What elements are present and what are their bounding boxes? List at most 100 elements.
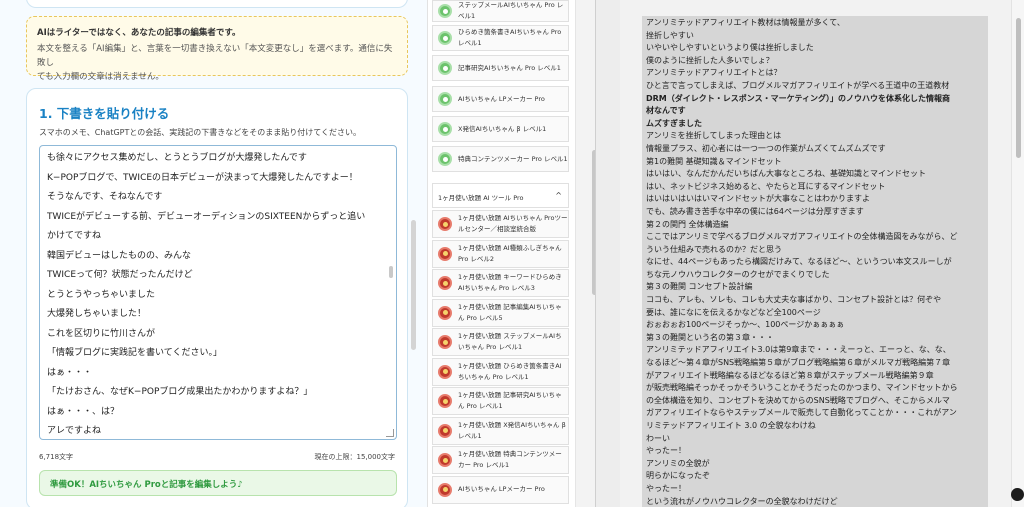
monthly-tool-item[interactable]: 1ヶ月使い放題 ステップメールAIちいちゃん Pro レベル1 [432, 328, 569, 356]
monthly-tool-label: 1ヶ月使い放題 ひらめき箇条書きAIちいちゃん Pro レベル1 [458, 361, 562, 381]
tool-item[interactable]: ステップメールAIちいちゃん Pro レベル1 [432, 0, 569, 22]
draft-textarea[interactable]: も徐々にアクセス集めだし、とうとうブログが大爆発したんです K−POPブログで、T… [39, 145, 397, 440]
tool-item-label: 特典コンテンツメーカー Pro レベル1 [458, 154, 568, 163]
draft-line: TWICEがデビューする前、デビューオーディションのSIXTEENからずっと追い [47, 211, 366, 222]
document-line: いやいやしやすいというより僕は挫折しました [646, 43, 814, 53]
ready-message: 準備OK！AIちいちゃん Proと記事を編集しよう♪ [39, 470, 397, 496]
draft-line: K−POPブログで、TWICEの日本デビューが決まって大爆発したんですよー！ [47, 172, 358, 183]
monthly-tool-item[interactable]: 1ヶ月使い放題 記事研究AIちいちゃん Pro レベル1 [432, 387, 569, 415]
step-description: スマホのメモ、ChatGPTとの会話、実践記の下書きなどをそのまま貼り付けてくだ… [39, 128, 362, 137]
medal-icon [438, 453, 452, 467]
document-line: 情報量プラス、初心者には一つ一つの作業がムズくてムズムズです [646, 143, 886, 153]
document-line: ガアフィリエイトならやステップメールで販売して自動化ってことか・・・これがアン [646, 408, 957, 418]
monthly-tool-item[interactable]: AIちいちゃん LPメーカー Pro [432, 475, 569, 504]
document-line: 挫折しやすい [646, 30, 694, 40]
monthly-tool-item[interactable]: 1ヶ月使い放題 キーワードひらめきAIちいちゃん Pro レベル3 [432, 269, 569, 297]
tool-item-label: 記事研究AIちいちゃん Pro レベル1 [458, 63, 561, 72]
monthly-tool-label: 1ヶ月使い放題 X発信AIちいちゃん β レベル1 [458, 420, 566, 440]
draft-line: 大爆発しちゃいました！ [47, 309, 147, 319]
monthly-tool-label: 1ヶ月使い放題 AI種類ふしぎちゃん Pro レベル2 [458, 243, 562, 263]
document-line: アンリミの全貌が [646, 458, 710, 468]
medal-icon [438, 305, 452, 320]
document-scrollbar[interactable] [1016, 18, 1021, 158]
app-window: AIはライターではなく、あなたの記事の編集者です。 本文を整える「AI編集」と、… [0, 0, 1024, 507]
medal-icon [438, 276, 452, 290]
monthly-tool-label: 1ヶ月使い放題 特典コンテンツメーカー Pro レベル1 [458, 450, 562, 469]
tool-item[interactable]: 特典コンテンツメーカー Pro レベル1 [432, 146, 569, 172]
document-line: はいはいはいはいマインドセットが大事なことはわかりますよ [646, 194, 870, 204]
resize-handle[interactable] [386, 429, 394, 437]
document-line: が販売戦略編そっかそっかそういうことかそうだったのかつまり、マインドセットから [646, 383, 958, 393]
document-line: 第３の難関という名の第３章・・・ [646, 332, 774, 342]
document-line: アンリミテッドアフィリエイトとは？ [646, 68, 782, 78]
tool-item-label: ステップメールAIちいちゃん Pro レベル1 [458, 1, 564, 20]
draft-line: はぁ・・・、は？ [47, 406, 120, 417]
document-line: という流れがノウハウコレクターの全貌なわけだけど [646, 496, 838, 506]
document-line: の全体構造を知り、コンセプトを決めてからのSNS戦略でブログへ、そこからメルマ [646, 395, 950, 405]
floating-action-button[interactable] [1011, 488, 1024, 501]
document-line: 材なんです [646, 106, 686, 116]
tool-disc-icon [438, 152, 452, 166]
monthly-tool-label: 1ヶ月使い放題 AIちいちゃん Proツールセンター／相談室統合版 [458, 214, 568, 233]
char-limit: 現在の上限：15,000文字 [314, 453, 396, 461]
tool-disc-icon [438, 61, 452, 75]
monthly-tool-item[interactable]: 1ヶ月使い放題 ひらめき箇条書きAIちいちゃん Pro レベル1 [432, 357, 569, 386]
document-line: 要は、誰になにを伝えるかなどなど全100ページ [646, 307, 821, 317]
document-line: でも、読み書き苦手な中卒の僕には64ページは分厚すぎます [646, 206, 864, 216]
step-title: 1. 下書きを貼り付ける [39, 106, 170, 121]
notice-body-line-1: 本文を整える「AI編集」と、言葉を一切書き換えない「本文変更なし」を選べます。通… [37, 44, 393, 68]
document-line: DRM（ダイレクト・レスポンス・マーケティング）」のノウハウを体系化した情報商 [646, 93, 950, 103]
document-gutter [596, 0, 620, 507]
tool-item-label: ひらめき箇条書きAIちいちゃん Pro レベル1 [458, 28, 562, 47]
document-line: 第２の関門 全体構造編 [646, 219, 729, 229]
textarea-scrollbar[interactable] [389, 266, 393, 278]
draft-line: アレですよね [47, 426, 102, 436]
document-line: アンリミテッドアフィリエイト3.0は第9章まで・・・えーっと、エーっと、な、な、 [646, 345, 951, 355]
draft-line: 韓国デビューはしたものの、みんな [47, 250, 192, 261]
monthly-tool-item[interactable]: 1ヶ月使い放題 X発信AIちいちゃん β レベル1 [432, 416, 569, 445]
section-header-monthly-tools[interactable]: 1ヶ月使い放題 AI ツール Pro ^ [432, 183, 569, 208]
tool-disc-icon [438, 4, 452, 18]
monthly-tool-item[interactable]: 1ヶ月使い放題 AI種類ふしぎちゃん Pro レベル2 [432, 239, 569, 268]
notice-body-line-2: ても入力欄の文章は消えません。 [37, 72, 164, 82]
monthly-tool-label: AIちいちゃん LPメーカー Pro [458, 485, 545, 493]
selected-text-block[interactable]: アンリミテッドアフィリエイト教材は情報量が多くて、 挫折しやすい いやいやしやすいと… [642, 16, 988, 507]
document-line: アンリミを挫折してしまった理由とは [646, 131, 782, 141]
editor-scrollbar[interactable] [411, 220, 416, 350]
document-line: なにせ、44ページもあったら構図だけみて、なるほど〜、というつい本文スルーしが [646, 257, 952, 267]
previous-card-edge [26, 0, 408, 8]
medal-icon [438, 335, 452, 349]
document-line: リミテッドアフィリエイト 3.0 の全貌なわけね [646, 421, 816, 430]
document-line: 僕のように挫折した人多いでしょ？ [646, 55, 774, 65]
draft-line: も徐々にアクセス集めだし、とうとうブログが大爆発したんです [47, 153, 307, 163]
tool-disc-icon [438, 122, 452, 136]
document-line: 第３の難関 コンセプト設計編 [646, 282, 753, 292]
monthly-tool-item[interactable]: 1ヶ月使い放題 AIちいちゃん Proツールセンター／相談室統合版 [432, 210, 569, 238]
draft-line: これを区切りに竹川さんが [47, 328, 156, 339]
chevron-up-icon[interactable]: ^ [555, 191, 562, 200]
monthly-tool-label: 1ヶ月使い放題 記事研究AIちいちゃん Pro レベル1 [458, 391, 562, 410]
draft-line: 「情報ブログに実践記を書いてください。」 [47, 348, 222, 358]
monthly-tool-item[interactable]: 1ヶ月使い放題 特典コンテンツメーカー Pro レベル1 [432, 446, 569, 474]
document-line: はい、ネットビジネス始めると、やたらと耳にするマインドセット [646, 181, 886, 191]
document-line: 明らかになったぞ [646, 471, 710, 481]
tool-item[interactable]: X発信AIちいちゃん β レベル1 [432, 116, 569, 142]
tool-item[interactable]: ひらめき箇条書きAIちいちゃん Pro レベル1 [432, 25, 569, 51]
tool-item[interactable]: 記事研究AIちいちゃん Pro レベル1 [432, 55, 569, 81]
medal-icon [438, 482, 452, 497]
tool-item[interactable]: AIちいちゃん LPメーカー Pro [432, 86, 569, 112]
tool-list-pane: ステップメールAIちいちゃん Pro レベル1 ひらめき箇条書きAIちいちゃん P… [427, 0, 595, 507]
document-line: がアフィリエイト戦略編なるほどなるほど第８章がステップメール戦略編第９章 [646, 370, 934, 380]
document-line: ここではアンリミで学べるブログメルマガアフィリエイトの全体構造図をみながら、ど [646, 232, 958, 242]
medal-icon [438, 423, 452, 438]
draft-line: 「たけおさん、なぜK−POPブログ成果出たかわかりますよね？」 [47, 387, 313, 397]
tool-disc-icon [438, 92, 452, 106]
document-line: なるほど〜第４章がSNS戦略編第５章がブログ戦略編第６章がメルマガ戦略編第７章 [646, 358, 951, 368]
tool-item-label: X発信AIちいちゃん β レベル1 [458, 124, 547, 133]
document-line: わーい [646, 433, 670, 443]
editor-pane: AIはライターではなく、あなたの記事の編集者です。 本文を整える「AI編集」と、… [0, 0, 427, 507]
medal-icon [438, 246, 452, 261]
monthly-tool-item[interactable]: 1ヶ月使い放題 記事編集AIちいちゃん Pro レベル5 [432, 298, 569, 327]
draft-line: とうとうやっちゃいました [47, 289, 156, 300]
document-line: 第1の難関 基礎知識＆マインドセット [646, 156, 782, 166]
